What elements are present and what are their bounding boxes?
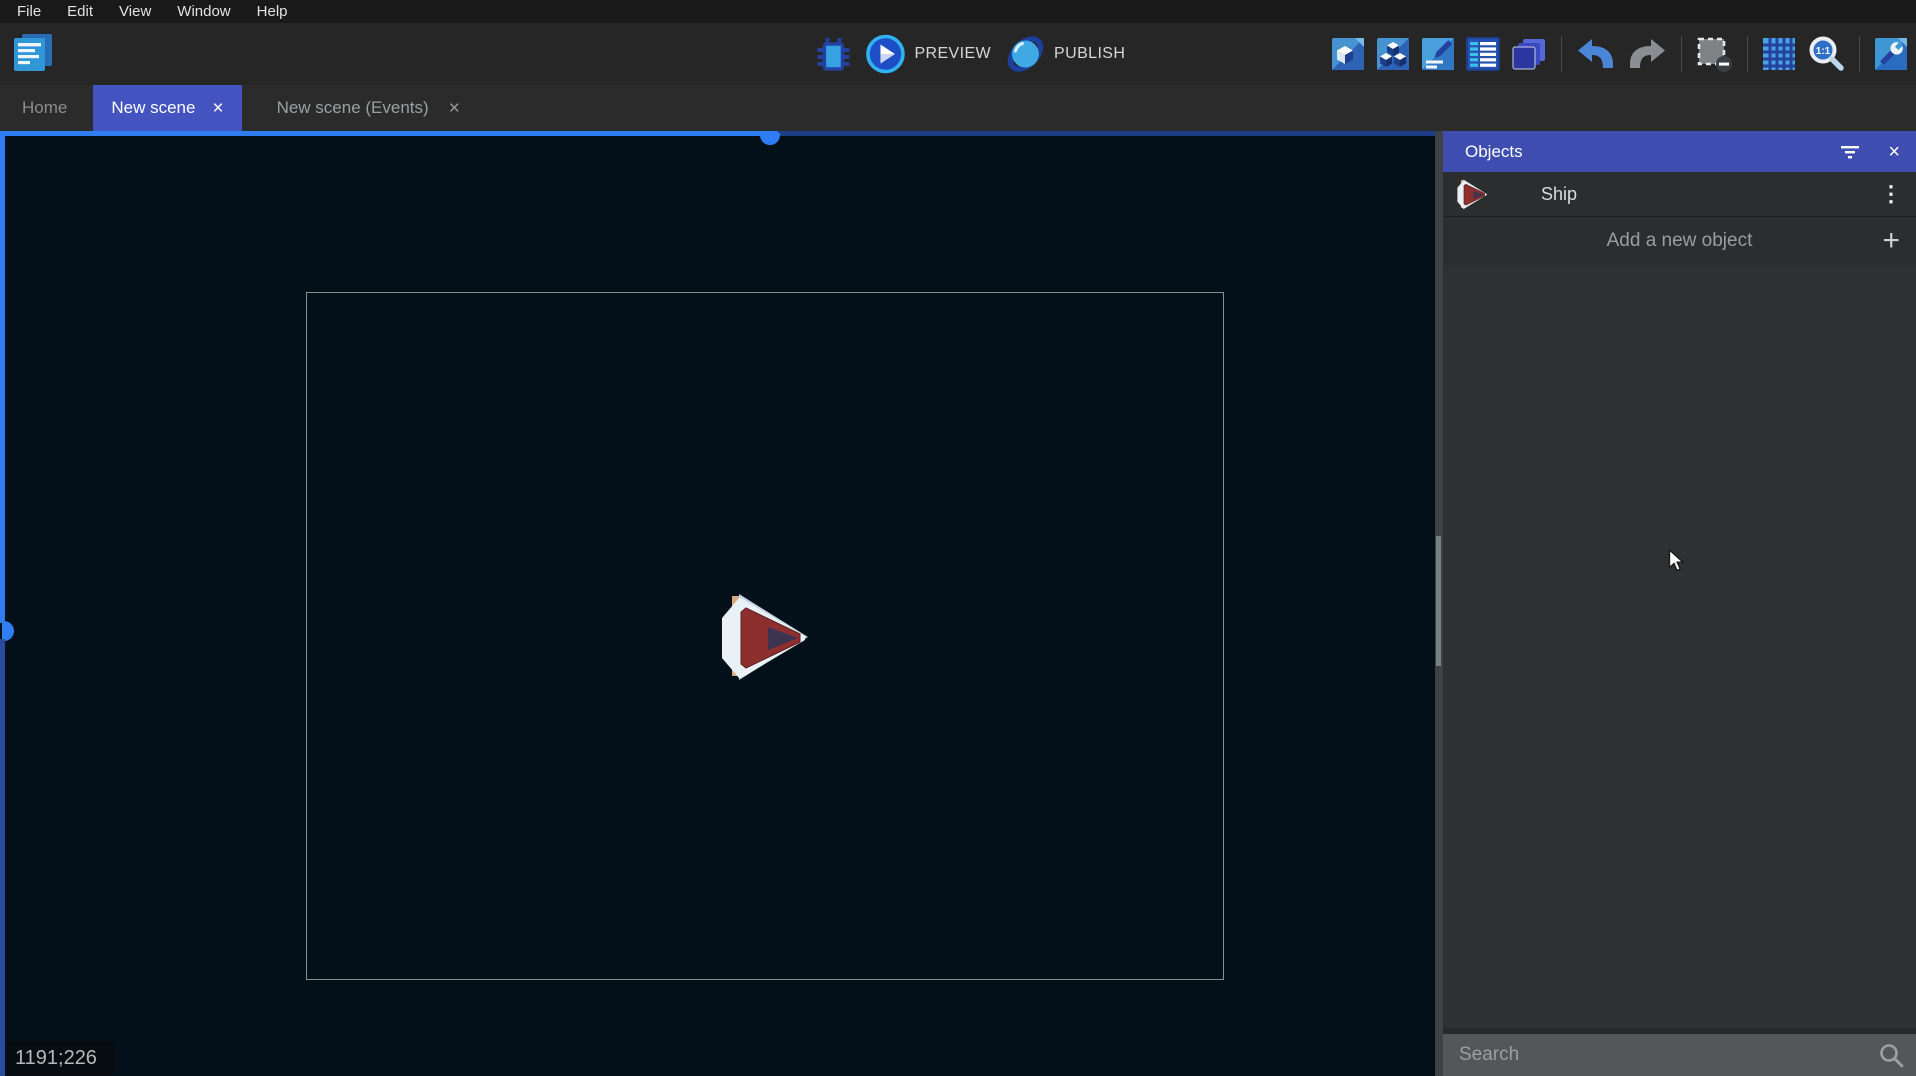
menubar: File Edit View Window Help (0, 0, 1916, 23)
redo-arrow-icon (1627, 37, 1667, 71)
edit-pencil-icon (1421, 37, 1455, 71)
splitter-scrollbar-thumb[interactable] (1436, 536, 1441, 666)
scene-canvas[interactable]: 1191;226 (0, 131, 1435, 1076)
preview-label: PREVIEW (914, 45, 991, 63)
open-objects-editor-button[interactable] (1331, 37, 1365, 71)
horizontal-scrollbar-thumb[interactable] (760, 133, 780, 145)
object-row-ship[interactable]: Ship ⋮ (1443, 172, 1916, 217)
toolbar-divider (1561, 36, 1562, 72)
panel-splitter[interactable] (1435, 131, 1443, 1076)
search-icon (1878, 1042, 1904, 1068)
zoom-1-1-icon: 1:1 (1807, 35, 1845, 73)
objects-panel: Objects × Ship ⋮ Add a new o (1443, 131, 1916, 1076)
filter-icon[interactable] (1840, 145, 1860, 159)
project-manager-icon (10, 32, 56, 76)
mouse-cursor (1668, 549, 1686, 573)
toolbar-divider (1747, 36, 1748, 72)
tab-new-scene-events[interactable]: New scene (Events) × (255, 85, 482, 131)
tab-home-label: Home (22, 98, 67, 118)
undo-button[interactable] (1576, 37, 1616, 71)
open-object-groups-button[interactable] (1511, 37, 1547, 71)
object-menu-icon[interactable]: ⋮ (1880, 183, 1902, 205)
undo-arrow-icon (1576, 37, 1616, 71)
open-settings-button[interactable] (1874, 37, 1908, 71)
ship-object-thumbnail (1455, 178, 1489, 210)
gdevelop-window: File Edit View Window Help (0, 0, 1916, 1076)
wrench-icon (1874, 37, 1908, 71)
search-input[interactable] (1457, 1043, 1878, 1067)
open-instances-list-button[interactable] (1376, 37, 1410, 71)
close-icon[interactable]: × (449, 99, 460, 118)
menu-view[interactable]: View (106, 3, 164, 20)
debugger-button[interactable] (815, 35, 851, 73)
clear-selection-button[interactable] (1696, 36, 1733, 72)
deselect-icon (1696, 36, 1733, 72)
publish-button[interactable]: PUBLISH (1005, 34, 1125, 74)
svg-text:1:1: 1:1 (1816, 46, 1831, 57)
vertical-scrollbar-thumb[interactable] (2, 621, 14, 641)
object-name: Ship (1541, 184, 1577, 205)
play-icon (865, 34, 905, 74)
layers-list-icon (1466, 37, 1500, 71)
vertical-scrollbar-track[interactable] (0, 639, 5, 1076)
toolbar-divider (1681, 36, 1682, 72)
cursor-coordinates-badge: 1191;226 (5, 1041, 115, 1075)
tab-home[interactable]: Home (0, 85, 89, 131)
preview-button[interactable]: PREVIEW (865, 34, 991, 74)
main-toolbar: PREVIEW PUBLISH (0, 23, 1916, 85)
add-object-label: Add a new object (1607, 230, 1753, 252)
add-object-button[interactable]: Add a new object + (1443, 217, 1916, 265)
close-icon[interactable]: × (1888, 142, 1900, 162)
cursor-coordinates-value: 1191;226 (15, 1047, 97, 1070)
menu-help[interactable]: Help (244, 3, 301, 20)
horizontal-scrollbar-track[interactable] (778, 131, 1435, 136)
objects-panel-title: Objects (1465, 142, 1523, 162)
search-bar (1443, 1034, 1916, 1076)
open-properties-button[interactable] (1421, 37, 1455, 71)
ship-sprite-instance[interactable] (718, 590, 810, 682)
vertical-scrollbar-active[interactable] (0, 131, 5, 623)
menu-window[interactable]: Window (164, 3, 243, 20)
redo-button[interactable] (1627, 37, 1667, 71)
toggle-grid-button[interactable] (1762, 37, 1796, 71)
instances-cubes-icon (1376, 37, 1410, 71)
publish-label: PUBLISH (1054, 45, 1125, 63)
close-icon[interactable]: × (212, 99, 223, 118)
object-cube-icon (1331, 37, 1365, 71)
tab-new-scene[interactable]: New scene × (93, 85, 241, 131)
objects-panel-body[interactable] (1443, 265, 1916, 1028)
toolbar-divider (1859, 36, 1860, 72)
horizontal-scrollbar-active[interactable] (0, 131, 778, 136)
tab-new-scene-label: New scene (111, 98, 195, 118)
zoom-original-button[interactable]: 1:1 (1807, 35, 1845, 73)
plus-icon: + (1882, 226, 1900, 256)
objects-panel-header: Objects × (1443, 131, 1916, 172)
project-manager-button[interactable] (8, 31, 58, 77)
open-layers-button[interactable] (1466, 37, 1500, 71)
menu-edit[interactable]: Edit (54, 3, 106, 20)
editor-tabbar: Home New scene × New scene (Events) × (0, 85, 1916, 131)
tab-new-scene-events-label: New scene (Events) (277, 98, 429, 118)
menu-file[interactable]: File (4, 3, 54, 20)
debugger-icon (815, 35, 851, 73)
stacked-squares-icon (1511, 37, 1547, 71)
publish-globe-icon (1005, 34, 1045, 74)
grid-icon (1762, 37, 1796, 71)
